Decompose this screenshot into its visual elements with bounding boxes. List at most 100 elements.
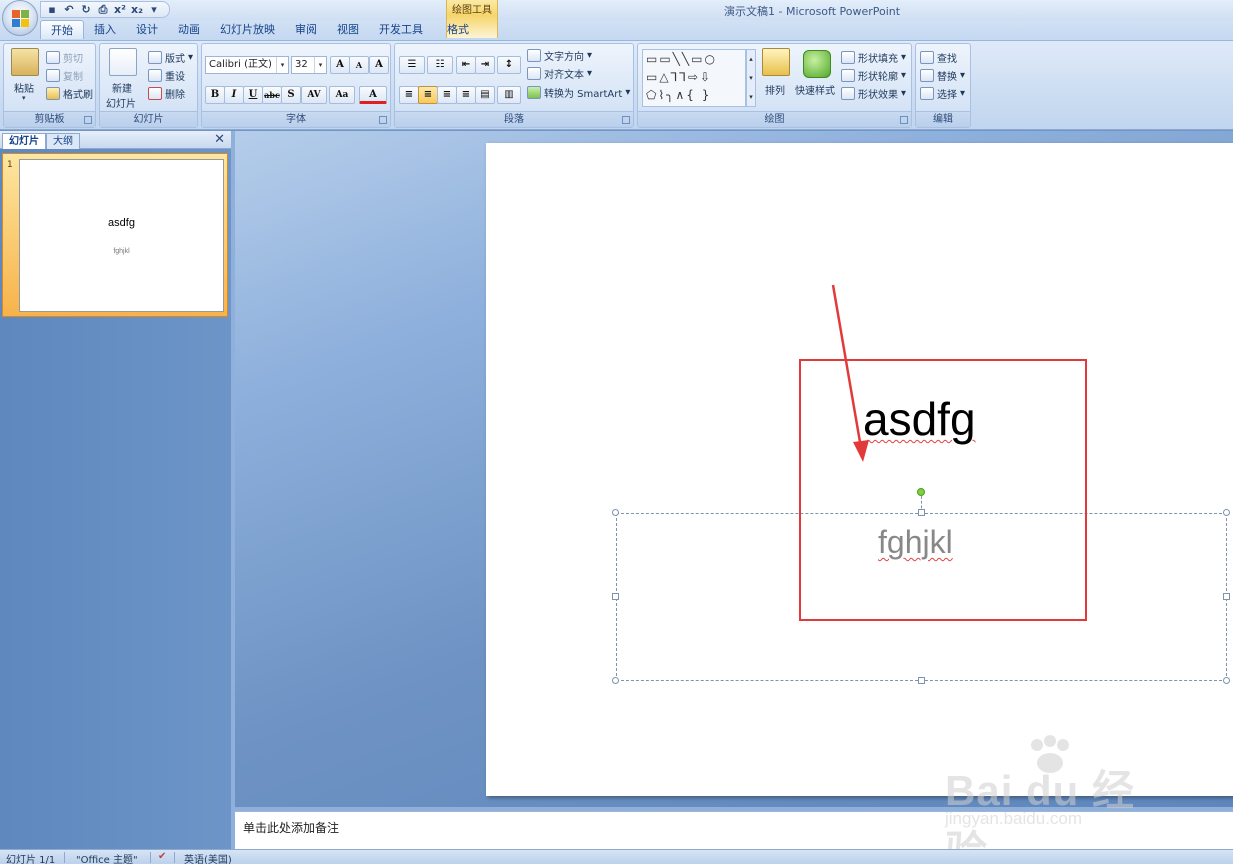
distributed-button[interactable]: ▤ (475, 86, 495, 104)
italic-button[interactable]: I (224, 86, 244, 104)
font-size-select[interactable]: 32 ▾ (291, 56, 327, 74)
shape-effects-button[interactable]: 形状效果 ▾ (841, 86, 906, 101)
font-launcher-icon[interactable] (379, 116, 387, 124)
shapes-gallery[interactable]: ▭▭╲╲▭○ ▭△⅂⅂⇨⇩ ⬠⌇╮∧{ } (642, 49, 746, 107)
font-color-button[interactable]: A (359, 86, 387, 104)
office-button[interactable] (2, 0, 38, 36)
group-label-clipboard: 剪贴板 (4, 111, 95, 127)
print-preview-icon[interactable]: ⎙ (96, 3, 110, 17)
layout-button[interactable]: 版式 ▾ (148, 50, 193, 65)
shrink-font-button[interactable]: A (349, 56, 369, 74)
tab-slides-pane[interactable]: 幻灯片 (2, 133, 46, 149)
resize-handle-top-right[interactable] (1223, 509, 1230, 516)
clipboard-launcher-icon[interactable] (84, 116, 92, 124)
group-editing: 查找 替换 ▾ 选择 ▾ 编辑 (915, 43, 971, 128)
slide-thumbnail-number: 1 (7, 160, 13, 170)
replace-button[interactable]: 替换 ▾ (920, 68, 965, 83)
effects-icon (841, 87, 855, 100)
group-label-paragraph: 段落 (395, 111, 633, 127)
line-spacing-button[interactable]: ↕ (497, 56, 521, 74)
bold-button[interactable]: B (205, 86, 225, 104)
resize-handle-bottom[interactable] (918, 677, 925, 684)
align-right-button[interactable]: ≡ (437, 86, 457, 104)
align-left-button[interactable]: ≡ (399, 86, 419, 104)
columns-button[interactable]: ▥ (497, 86, 521, 104)
tab-design[interactable]: 设计 (126, 20, 168, 39)
new-slide-button-line1[interactable]: 新建 (112, 80, 132, 95)
spell-check-icon[interactable]: ✔ (158, 851, 166, 862)
subscript-icon[interactable]: x₂ (130, 3, 144, 16)
tab-format[interactable]: 格式 (437, 20, 479, 39)
quick-styles-button[interactable]: 快速样式 (795, 82, 835, 97)
shapes-gallery-scroll[interactable]: ▴ ▾ ▾ (746, 49, 756, 107)
copy-button[interactable]: 复制 (46, 68, 83, 83)
clear-format-button[interactable]: A (369, 56, 389, 74)
undo-icon[interactable]: ↶ (62, 3, 76, 16)
grow-font-button[interactable]: A (330, 56, 350, 74)
customize-qat-icon[interactable]: ▾ (147, 3, 161, 16)
text-direction-button[interactable]: 文字方向 ▾ (527, 48, 592, 63)
shadow-button[interactable]: S (281, 86, 301, 104)
tab-home[interactable]: 开始 (40, 20, 84, 39)
find-button[interactable]: 查找 (920, 50, 957, 65)
numbering-button[interactable]: ☷ (427, 56, 453, 74)
paragraph-launcher-icon[interactable] (622, 116, 630, 124)
increase-indent-button[interactable]: ⇥ (475, 56, 495, 74)
underline-button[interactable]: U (243, 86, 263, 104)
replace-icon (920, 69, 934, 82)
superscript-icon[interactable]: x² (113, 3, 127, 16)
cut-button[interactable]: 剪切 (46, 50, 83, 65)
baidu-watermark: Bai du 经验 jingyan.baidu.com (945, 735, 1170, 864)
justify-button[interactable]: ≡ (456, 86, 476, 104)
decrease-indent-button[interactable]: ⇤ (456, 56, 476, 74)
status-language[interactable]: 英语(美国) (184, 851, 232, 864)
group-clipboard: 粘贴 ▾ 剪切 复制 格式刷 剪贴板 (3, 43, 96, 128)
group-paragraph: ☰ ☷ ⇤ ⇥ ↕ ≡ ≡ ≡ ≡ ▤ ▥ 文字方向 ▾ 对齐文本 ▾ 转换为 Sm… (394, 43, 634, 128)
redo-icon[interactable]: ↻ (79, 3, 93, 16)
tab-outline-pane[interactable]: 大纲 (46, 133, 80, 149)
resize-handle-top-left[interactable] (612, 509, 619, 516)
drawing-launcher-icon[interactable] (900, 116, 908, 124)
tab-developer[interactable]: 开发工具 (369, 20, 433, 39)
shape-fill-button[interactable]: 形状填充 ▾ (841, 50, 906, 65)
resize-handle-right[interactable] (1223, 593, 1230, 600)
resize-handle-bottom-right[interactable] (1223, 677, 1230, 684)
tab-review[interactable]: 审阅 (285, 20, 327, 39)
new-slide-icon (109, 48, 137, 76)
group-label-slides: 幻灯片 (100, 111, 197, 127)
delete-slide-button[interactable]: 删除 (148, 86, 185, 101)
paste-dropdown-icon[interactable]: ▾ (22, 94, 26, 102)
group-font: Calibri (正文) ▾ 32 ▾ A A A B I U abc S AV A… (201, 43, 391, 128)
status-separator (64, 852, 65, 863)
chevron-down-icon: ▾ (276, 57, 288, 73)
arrange-icon (762, 48, 790, 76)
resize-handle-bottom-left[interactable] (612, 677, 619, 684)
watermark-url: jingyan.baidu.com (945, 809, 1083, 828)
smartart-button[interactable]: 转换为 SmartArt ▾ (527, 85, 630, 100)
paste-button[interactable]: 粘贴 (14, 80, 34, 95)
status-theme: "Office 主题" (76, 855, 138, 864)
bullets-button[interactable]: ☰ (399, 56, 425, 74)
tab-animations[interactable]: 动画 (168, 20, 210, 39)
char-spacing-button[interactable]: AV (301, 86, 327, 104)
reset-button[interactable]: 重设 (148, 68, 185, 83)
tab-insert[interactable]: 插入 (84, 20, 126, 39)
window-title: 演示文稿1 - Microsoft PowerPoint (724, 5, 901, 18)
close-icon[interactable]: ✕ (214, 132, 225, 147)
tab-view[interactable]: 视图 (327, 20, 369, 39)
align-center-button[interactable]: ≡ (418, 86, 438, 104)
shape-outline-button[interactable]: 形状轮廓 ▾ (841, 68, 906, 83)
align-text-button[interactable]: 对齐文本 ▾ (527, 66, 592, 81)
new-slide-button-line2[interactable]: 幻灯片 (106, 95, 136, 110)
resize-handle-left[interactable] (612, 593, 619, 600)
font-family-select[interactable]: Calibri (正文) ▾ (205, 56, 289, 74)
change-case-button[interactable]: Aa (329, 86, 355, 104)
arrange-button[interactable]: 排列 (765, 82, 785, 97)
format-painter-button[interactable]: 格式刷 (46, 86, 93, 101)
quick-access-toolbar: ▪ ↶ ↻ ⎙ x² x₂ ▾ (40, 1, 170, 18)
strikethrough-button[interactable]: abc (262, 86, 282, 104)
tab-slideshow[interactable]: 幻灯片放映 (210, 20, 285, 39)
save-icon[interactable]: ▪ (45, 3, 59, 16)
select-button[interactable]: 选择 ▾ (920, 86, 965, 101)
slide-thumbnail[interactable]: asdfg fghjkl (19, 159, 224, 312)
